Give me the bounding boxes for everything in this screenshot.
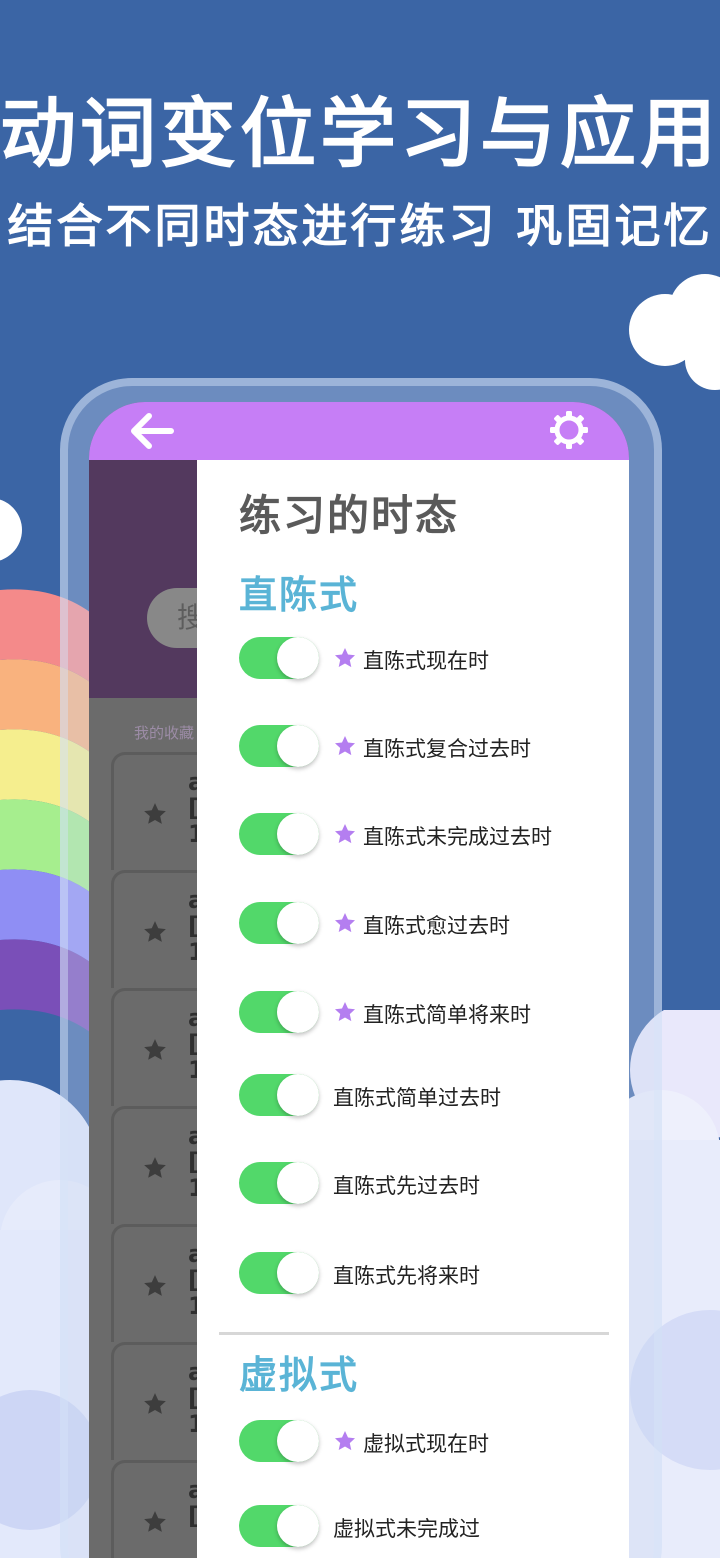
star-icon [335,913,355,933]
toggle-knob [277,1252,319,1294]
star-icon [144,803,166,824]
tense-settings-drawer: 练习的时态 直陈式 直陈式现在时 直陈式复合过去时 直陈式未完成过去时 直陈式愈… [197,460,629,1558]
tense-label: 直陈式先过去时 [333,1174,480,1198]
gear-icon[interactable] [549,410,589,450]
section-title-subjunctive: 虚拟式 [239,1353,360,1397]
promo-headline: 动词变位学习与应用 [0,89,720,178]
section-divider [219,1332,609,1335]
toggle-knob [277,1420,319,1462]
toggle-knob [277,902,319,944]
star-icon [144,921,166,942]
tense-row: 直陈式现在时 [239,637,619,681]
star-icon [335,1431,355,1451]
toggle-knob [277,1505,319,1547]
tense-toggle[interactable] [239,991,319,1033]
promo-subline: 结合不同时态进行练习 巩固记忆 [7,199,713,253]
star-icon [335,1002,355,1022]
tense-toggle[interactable] [239,637,319,679]
tense-label: 直陈式现在时 [363,649,489,673]
app-bar [89,402,629,460]
star-icon [144,1275,166,1296]
toggle-knob [277,813,319,855]
star-icon [335,648,355,668]
star-icon [335,824,355,844]
tense-toggle[interactable] [239,1162,319,1204]
tense-label: 直陈式先将来时 [333,1264,480,1288]
app-screen: 搜 我的收藏 a[a1 a[a1 a[a1 a[a1 a[a1 a[a1 [89,402,629,1558]
tense-label: 直陈式未完成过去时 [363,825,552,849]
tense-label: 直陈式愈过去时 [363,914,510,938]
star-icon [335,736,355,756]
tense-label: 直陈式复合过去时 [363,737,531,761]
toggle-knob [277,1162,319,1204]
back-arrow-icon[interactable] [129,412,175,450]
tense-toggle[interactable] [239,813,319,855]
toggle-knob [277,637,319,679]
drawer-title: 练习的时态 [239,491,460,540]
tense-toggle[interactable] [239,1505,319,1547]
tense-label: 直陈式简单过去时 [333,1086,501,1110]
tense-toggle[interactable] [239,1074,319,1116]
star-icon [144,1511,166,1532]
tense-row: 直陈式先过去时 [239,1162,619,1206]
tense-row: 直陈式简单将来时 [239,991,619,1035]
tense-toggle[interactable] [239,1420,319,1462]
section-title-indicative: 直陈式 [239,573,360,617]
tense-label: 虚拟式现在时 [363,1432,489,1456]
tense-row: 直陈式先将来时 [239,1252,619,1296]
background-favorites-label: 我的收藏 [134,724,195,742]
tense-row: 虚拟式现在时 [239,1420,619,1464]
tense-label: 直陈式简单将来时 [363,1003,531,1027]
tense-row: 直陈式愈过去时 [239,902,619,946]
tense-row: 虚拟式未完成过 [239,1505,619,1549]
tense-row: 直陈式复合过去时 [239,725,619,769]
tense-toggle[interactable] [239,725,319,767]
tense-toggle[interactable] [239,1252,319,1294]
tense-row: 直陈式未完成过去时 [239,813,619,857]
star-icon [144,1157,166,1178]
star-icon [144,1039,166,1060]
cloud-top-right [629,274,720,390]
tense-label: 虚拟式未完成过 [333,1517,480,1541]
tense-row: 直陈式简单过去时 [239,1074,619,1118]
toggle-knob [277,725,319,767]
tense-toggle[interactable] [239,902,319,944]
toggle-knob [277,1074,319,1116]
star-icon [144,1393,166,1414]
toggle-knob [277,991,319,1033]
cloud-left-small [0,499,22,561]
